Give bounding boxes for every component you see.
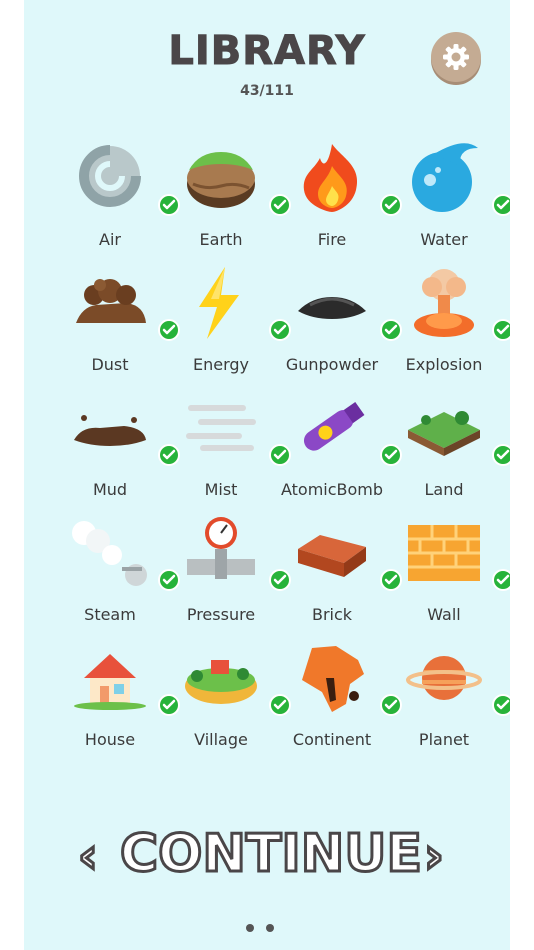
energy-icon xyxy=(181,265,261,341)
library-grid[interactable]: Air Earth Fire Water Dust Energy Gunpowder Expl… xyxy=(24,130,510,786)
library-item-partial[interactable] xyxy=(296,773,368,786)
dust-icon xyxy=(70,265,150,341)
library-item-brick[interactable]: Brick xyxy=(276,505,402,625)
brick-icon xyxy=(292,515,372,591)
library-item-steam[interactable]: Steam xyxy=(54,505,180,625)
continue-button[interactable]: CONTINUE xyxy=(119,822,424,886)
planet-icon xyxy=(404,640,484,716)
library-item-partial[interactable] xyxy=(408,773,480,786)
wall-icon xyxy=(404,515,484,591)
library-item-atomicbomb[interactable]: AtomicBomb xyxy=(276,380,402,500)
library-item-land[interactable]: Land xyxy=(388,380,510,500)
village-icon xyxy=(181,640,261,716)
previous-page-button[interactable]: ‹ xyxy=(77,831,100,882)
library-item-gunpowder[interactable]: Gunpowder xyxy=(276,255,402,375)
checkmark-icon xyxy=(492,444,510,466)
library-item-dust[interactable]: Dust xyxy=(54,255,180,375)
checkmark-icon xyxy=(492,694,510,716)
library-item-label: Planet xyxy=(418,730,470,749)
gunpowder-icon xyxy=(292,265,372,341)
library-item-label: Land xyxy=(424,480,464,499)
next-page-button[interactable]: › xyxy=(423,831,446,882)
page-dot[interactable] xyxy=(266,924,274,932)
library-item-label: Wall xyxy=(427,605,461,624)
mist-icon xyxy=(181,390,261,466)
pressure-icon xyxy=(181,515,261,591)
library-item-water[interactable]: Water xyxy=(388,130,510,250)
library-item-partial[interactable] xyxy=(185,773,257,786)
library-item-mud[interactable]: Mud xyxy=(54,380,180,500)
page-dot[interactable] xyxy=(246,924,254,932)
gear-icon xyxy=(443,44,469,70)
library-item-explosion[interactable]: Explosion xyxy=(388,255,510,375)
library-item-fire[interactable]: Fire xyxy=(276,130,402,250)
air-icon xyxy=(70,140,150,216)
library-item-house[interactable]: House xyxy=(54,630,180,750)
library-item-pressure[interactable]: Pressure xyxy=(165,505,291,625)
checkmark-icon xyxy=(492,194,510,216)
settings-button[interactable] xyxy=(431,32,481,82)
collection-count: 43/111 xyxy=(240,83,294,99)
checkmark-icon xyxy=(492,569,510,591)
steam-icon xyxy=(70,515,150,591)
library-item-mist[interactable]: Mist xyxy=(165,380,291,500)
land-icon xyxy=(404,390,484,466)
earth-icon xyxy=(181,140,261,216)
library-item-wall[interactable]: Wall xyxy=(388,505,510,625)
library-item-village[interactable]: Village xyxy=(165,630,291,750)
atomic-bomb-icon xyxy=(292,390,372,466)
mud-icon xyxy=(70,390,150,466)
library-item-partial[interactable] xyxy=(74,773,146,786)
page-indicator xyxy=(246,924,274,932)
library-item-planet[interactable]: Planet xyxy=(388,630,510,750)
checkmark-icon xyxy=(492,319,510,341)
library-item-earth[interactable]: Earth xyxy=(165,130,291,250)
water-icon xyxy=(404,140,484,216)
library-item-continent[interactable]: Continent xyxy=(276,630,402,750)
library-item-label: Water xyxy=(420,230,468,249)
explosion-icon xyxy=(404,265,484,341)
library-item-energy[interactable]: Energy xyxy=(165,255,291,375)
library-item-label: Explosion xyxy=(405,355,483,374)
continent-icon xyxy=(292,640,372,716)
fire-icon xyxy=(292,140,372,216)
library-item-air[interactable]: Air xyxy=(54,130,180,250)
house-icon xyxy=(70,640,150,716)
